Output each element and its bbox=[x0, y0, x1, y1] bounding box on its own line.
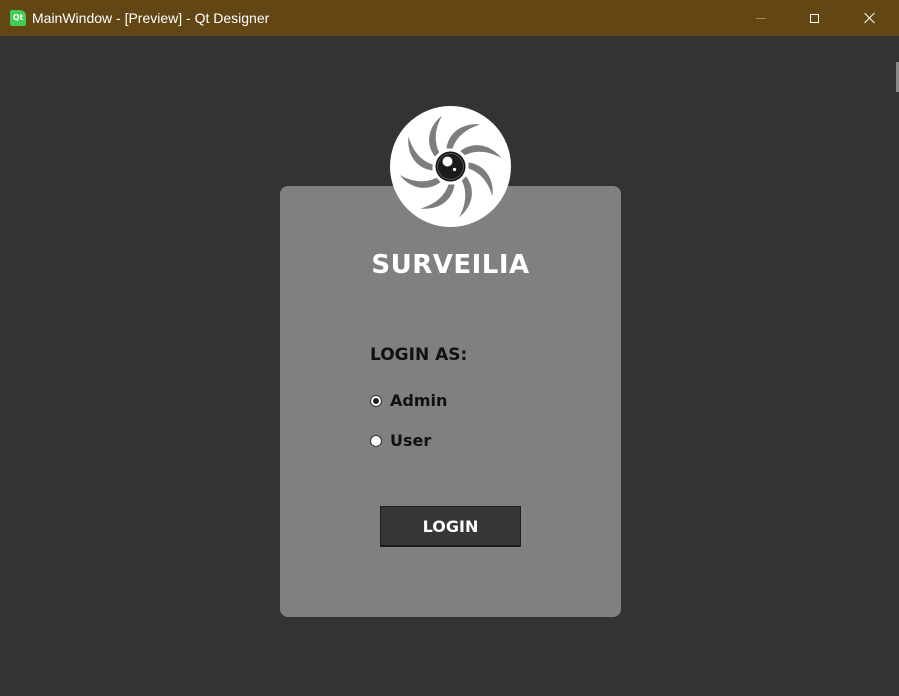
window-title: MainWindow - [Preview] - Qt Designer bbox=[32, 10, 270, 26]
minimize-button[interactable] bbox=[738, 0, 784, 36]
login-button[interactable]: LOGIN bbox=[380, 506, 521, 547]
maximize-button[interactable] bbox=[791, 0, 837, 36]
radio-user[interactable]: User bbox=[370, 431, 431, 450]
radio-admin-indicator[interactable] bbox=[370, 394, 382, 407]
radio-user-label: User bbox=[390, 431, 432, 450]
radio-admin-label: Admin bbox=[390, 391, 448, 410]
close-button[interactable] bbox=[847, 0, 893, 36]
radio-user-indicator[interactable] bbox=[370, 434, 382, 447]
minimize-icon bbox=[756, 17, 766, 19]
main-window: Qt MainWindow - [Preview] - Qt Designer bbox=[0, 0, 899, 696]
title-bar[interactable]: Qt MainWindow - [Preview] - Qt Designer bbox=[0, 0, 899, 36]
maximize-icon bbox=[809, 13, 819, 23]
qt-logo-text: Qt bbox=[12, 13, 24, 22]
radio-admin[interactable]: Admin bbox=[370, 391, 447, 410]
qt-logo-icon: Qt bbox=[10, 10, 26, 26]
close-icon bbox=[864, 12, 876, 24]
app-title: SURVEILIA bbox=[371, 250, 530, 280]
camera-shutter-eye-icon bbox=[390, 106, 511, 227]
login-as-label: LOGIN AS: bbox=[370, 345, 468, 365]
